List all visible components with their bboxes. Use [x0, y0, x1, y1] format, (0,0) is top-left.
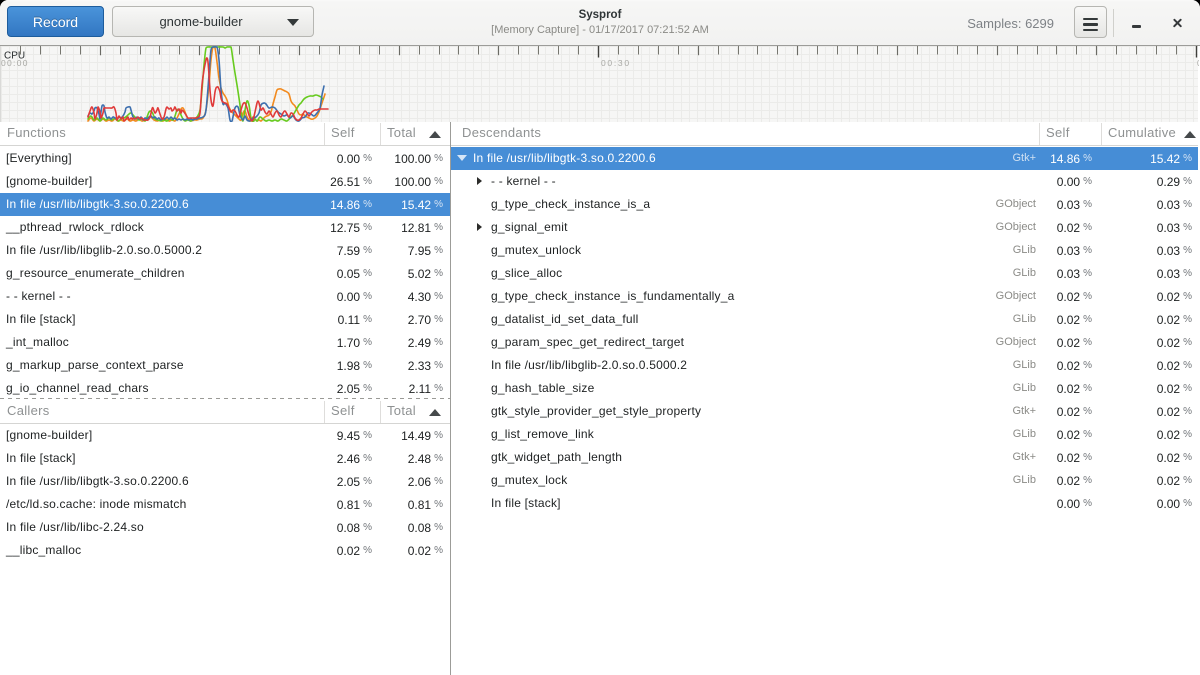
svg-text:00:00: 00:00: [1, 58, 29, 68]
svg-text:00:60: 00:60: [1197, 58, 1199, 68]
svg-text:00:30: 00:30: [601, 58, 631, 68]
